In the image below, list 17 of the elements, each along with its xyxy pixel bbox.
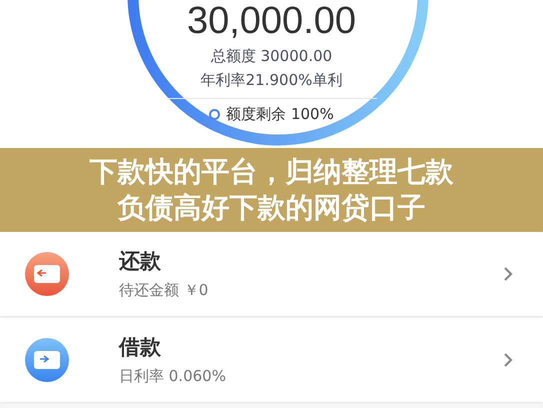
item-subtitle: 日利率 0.060% [119, 366, 227, 387]
item-title: 借款 [119, 334, 162, 361]
annual-rate: 年利率21.900%单利 [200, 70, 342, 90]
banner-title: 下款快的平台，归纳整理七款 [90, 154, 454, 190]
item-title: 还款 [119, 248, 162, 275]
item-subtitle: 待还金额 ￥0 [119, 280, 210, 301]
remaining-limit: 额度剩余 100% [226, 105, 334, 124]
banner-title: 负债高好下款的网贷口子 [118, 190, 426, 226]
card-icon [25, 338, 69, 382]
menu-row[interactable]: 还款 待还金额 ￥0 [0, 232, 543, 316]
chevron-icon [503, 266, 513, 282]
card-icon [25, 252, 69, 296]
total-limit: 总额度 30000.00 [210, 46, 332, 66]
menu-row[interactable]: 借款 日利率 0.060% [0, 318, 543, 402]
chevron-icon [503, 352, 513, 368]
available-amount: 30,000.00 [186, 0, 356, 42]
circle-icon [209, 109, 220, 120]
